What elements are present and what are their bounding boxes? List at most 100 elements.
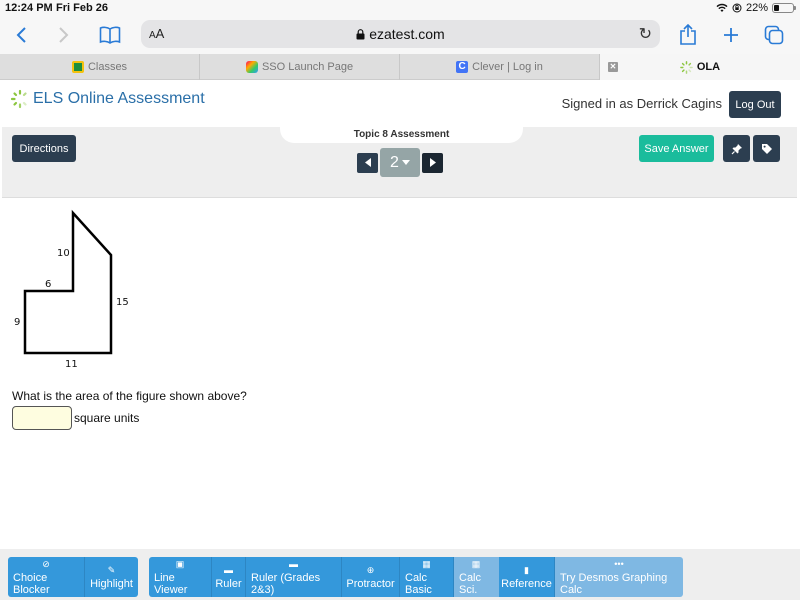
new-tab-button[interactable] — [718, 22, 744, 48]
bookmarks-button[interactable] — [97, 22, 123, 48]
reference-tool[interactable]: ▮ Reference — [499, 557, 555, 597]
sso-cube-icon — [245, 61, 258, 73]
tab-label: OLA — [696, 61, 721, 73]
current-question-number: 2 — [390, 153, 399, 171]
app-header: ELS Online Assessment Signed in as Derri… — [0, 81, 800, 127]
tab-clever[interactable]: C Clever | Log in — [400, 54, 600, 80]
question-prompt: What is the area of the figure shown abo… — [12, 389, 247, 403]
label-top-left-side: 10 — [57, 248, 70, 259]
battery-icon — [772, 3, 796, 13]
plus-icon — [724, 28, 738, 42]
tab-ola[interactable]: ✕ OLA — [600, 54, 800, 80]
pin-button[interactable] — [723, 135, 750, 162]
google-classroom-icon — [71, 61, 84, 73]
tab-label: Classes — [87, 61, 128, 73]
tool-group-secondary: ▣ Line Viewer ▬ Ruler ▬ Ruler (Grades 2&… — [149, 557, 683, 597]
desmos-graphing-calc-tool[interactable]: ••• Try Desmos Graphing Calc — [555, 557, 683, 597]
label-left-side: 9 — [14, 317, 20, 328]
reload-icon[interactable]: ↻ — [639, 24, 652, 44]
tools-toolbar: ⊘ Choice Blocker ✎ Highlight ▣ Line View… — [0, 549, 800, 600]
line-viewer-icon: ▣ — [175, 558, 185, 569]
reference-icon: ▮ — [524, 564, 529, 575]
share-icon — [680, 24, 696, 45]
tool-label: Calc Sci. — [459, 571, 482, 596]
browser-toolbar: AA ezatest.com ↻ — [0, 18, 800, 54]
tag-icon — [761, 143, 772, 154]
log-out-button[interactable]: Log Out — [729, 91, 781, 118]
tab-overview-button[interactable] — [761, 22, 787, 48]
calc-basic-tool[interactable]: ▦ Calc Basic — [400, 557, 454, 597]
wifi-icon — [716, 3, 728, 12]
battery-percent: 22% — [745, 2, 768, 14]
previous-question-button[interactable] — [357, 152, 378, 173]
tab-label: SSO Launch Page — [261, 61, 354, 73]
orientation-lock-icon — [732, 3, 742, 13]
url-text[interactable]: ezatest.com — [141, 26, 660, 42]
forward-button[interactable] — [51, 22, 77, 48]
question-pager: 2 — [357, 148, 443, 177]
assessment-control-bar: Topic 8 Assessment Directions 2 Save Ans… — [2, 127, 797, 198]
next-question-button[interactable] — [422, 152, 443, 173]
chevron-right-icon — [59, 27, 69, 43]
line-viewer-tool[interactable]: ▣ Line Viewer — [149, 557, 212, 597]
caret-left-icon — [364, 158, 371, 167]
ola-logo-icon — [10, 89, 27, 109]
tab-classes[interactable]: Classes — [0, 54, 200, 80]
protractor-tool[interactable]: ⊕ Protractor — [342, 557, 400, 597]
ios-status-bar: 12:24 PM Fri Feb 26 22% — [0, 0, 800, 18]
area-answer-input[interactable] — [12, 406, 72, 430]
assessment-title: Topic 8 Assessment — [280, 127, 523, 143]
figure-outline — [23, 209, 113, 355]
question-panel: 10 6 9 11 15 What is the area of the fig… — [0, 198, 800, 548]
tool-label: Calc Basic — [405, 571, 432, 596]
ruler-icon: ▬ — [289, 558, 298, 569]
share-button[interactable] — [675, 22, 701, 48]
protractor-icon: ⊕ — [366, 564, 375, 575]
app-title: ELS Online Assessment — [33, 90, 205, 107]
choice-blocker-tool[interactable]: ⊘ Choice Blocker — [8, 557, 85, 597]
directions-button[interactable]: Directions — [12, 135, 76, 162]
status-time: 12:24 PM — [5, 2, 53, 14]
tool-label: Try Desmos Graphing Calc — [560, 571, 668, 596]
composite-figure: 10 6 9 11 15 — [14, 209, 129, 370]
status-indicators: 22% — [716, 2, 796, 14]
ruler-grades-2-3-tool[interactable]: ▬ Ruler (Grades 2&3) — [246, 557, 342, 597]
highlight-tool[interactable]: ✎ Highlight — [85, 557, 138, 597]
ola-spinner-icon — [680, 60, 693, 74]
lock-icon — [356, 29, 365, 40]
browser-tab-bar: Classes SSO Launch Page C Clever | Log i… — [0, 54, 800, 80]
calc-sci-tool[interactable]: ▦ Calc Sci. — [454, 557, 499, 597]
tool-label: Protractor — [346, 577, 395, 590]
book-icon — [99, 26, 121, 44]
ruler-tool[interactable]: ▬ Ruler — [212, 557, 246, 597]
signed-in-text: Signed in as Derrick Cagins — [561, 96, 722, 111]
clever-icon: C — [456, 61, 469, 73]
answer-row: square units — [12, 406, 139, 430]
status-date: Fri Feb 26 — [56, 2, 108, 14]
tabs-icon — [764, 25, 784, 45]
tool-label: Reference — [501, 577, 552, 590]
close-tab-icon[interactable]: ✕ — [608, 62, 618, 72]
units-label: square units — [74, 411, 140, 425]
label-right-side: 15 — [116, 297, 129, 308]
back-button[interactable] — [8, 22, 34, 48]
chevron-left-icon — [16, 27, 26, 43]
label-step: 6 — [45, 279, 51, 290]
tool-label: Choice Blocker — [13, 571, 50, 596]
more-dots-icon: ••• — [614, 558, 624, 569]
save-answer-button[interactable]: Save Answer — [639, 135, 714, 162]
tool-group-primary: ⊘ Choice Blocker ✎ Highlight — [8, 557, 138, 597]
address-bar[interactable]: AA ezatest.com ↻ — [141, 20, 660, 48]
tab-sso-launch-page[interactable]: SSO Launch Page — [200, 54, 400, 80]
tag-button[interactable] — [753, 135, 780, 162]
tool-label: Highlight — [90, 577, 133, 590]
label-bottom: 11 — [65, 359, 78, 370]
app-logo: ELS Online Assessment — [10, 89, 205, 109]
tool-label: Line Viewer — [154, 571, 188, 596]
caret-down-icon — [401, 160, 410, 165]
pushpin-icon — [731, 143, 742, 154]
ruler-icon: ▬ — [224, 564, 233, 575]
block-icon: ⊘ — [42, 558, 50, 569]
caret-right-icon — [429, 158, 436, 167]
question-number-dropdown[interactable]: 2 — [380, 148, 420, 177]
